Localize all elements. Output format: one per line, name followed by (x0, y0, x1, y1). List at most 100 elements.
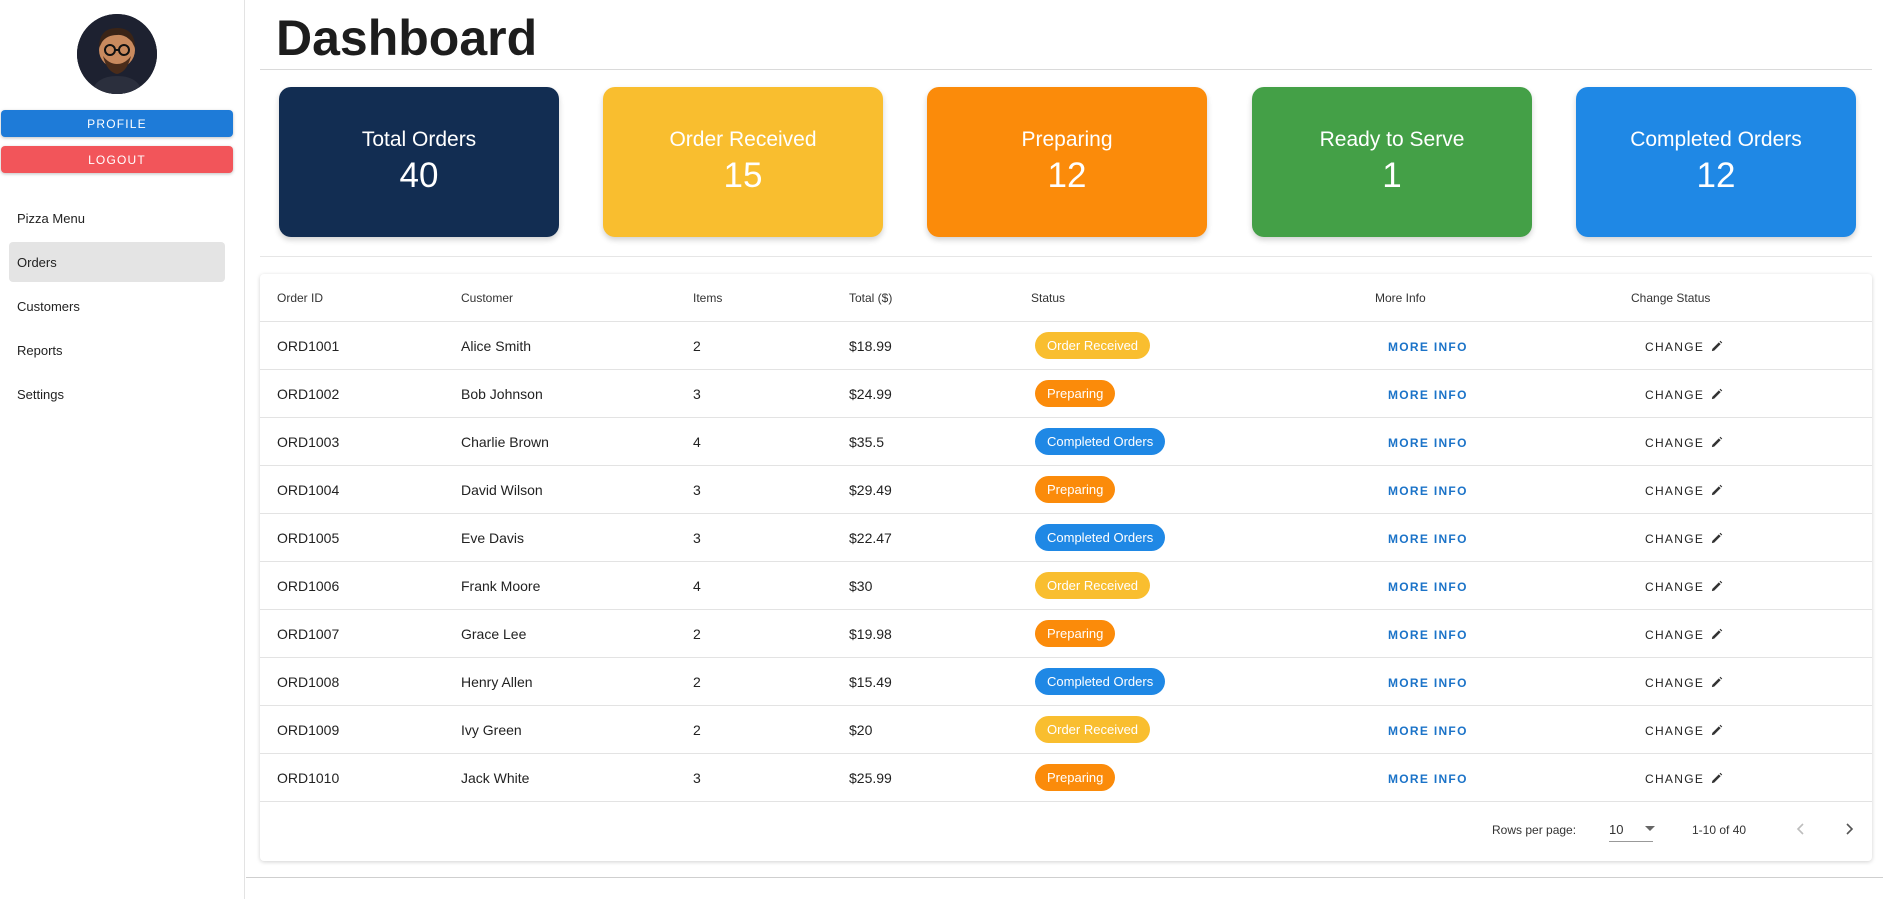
items-cell: 3 (676, 513, 832, 562)
order-id-cell: ORD1001 (260, 321, 444, 370)
status-badge: Completed Orders (1035, 428, 1166, 455)
card-title: Total Orders (361, 128, 477, 151)
order-id-cell: ORD1005 (260, 513, 444, 562)
more-info-cell: MORE INFO (1358, 369, 1614, 418)
change-status-button[interactable]: CHANGE (1645, 388, 1723, 402)
order-id-cell: ORD1002 (260, 369, 444, 418)
table-row: ORD1007 Grace Lee 2 $19.98 Preparing MORE INF… (260, 609, 1872, 658)
card-order-received: Order Received 15 (603, 87, 883, 237)
chevron-down-icon (1645, 826, 1655, 831)
change-status-button[interactable]: CHANGE (1645, 484, 1723, 498)
logout-button[interactable]: LOGOUT (1, 146, 233, 173)
more-info-button[interactable]: MORE INFO (1388, 340, 1468, 354)
customer-cell: Jack White (444, 753, 676, 802)
card-total-orders: Total Orders 40 (279, 87, 559, 237)
sidebar-item-customers[interactable]: Customers (9, 286, 225, 326)
sidebar-item-reports[interactable]: Reports (9, 330, 225, 370)
more-info-button[interactable]: MORE INFO (1388, 388, 1468, 402)
more-info-button[interactable]: MORE INFO (1388, 676, 1468, 690)
pencil-icon (1711, 772, 1723, 784)
change-status-button[interactable]: CHANGE (1645, 724, 1723, 738)
change-status-button[interactable]: CHANGE (1645, 676, 1723, 690)
items-cell: 3 (676, 753, 832, 802)
column-header-more-info[interactable]: More Info (1358, 274, 1614, 322)
change-status-button[interactable]: CHANGE (1645, 628, 1723, 642)
card-title: Preparing (1021, 128, 1113, 151)
page-title: Dashboard (276, 10, 538, 66)
more-info-button[interactable]: MORE INFO (1388, 484, 1468, 498)
customer-cell: David Wilson (444, 465, 676, 514)
status-cell: Order Received (1014, 705, 1358, 754)
table-header-row: Order ID Customer Items Total ($) Status… (260, 274, 1872, 322)
column-header-customer[interactable]: Customer (444, 274, 676, 322)
change-status-label: CHANGE (1645, 387, 1705, 402)
sidebar-item-pizza-menu[interactable]: Pizza Menu (9, 198, 225, 238)
previous-page-button[interactable] (1787, 815, 1815, 843)
change-status-cell: CHANGE (1614, 609, 1872, 658)
sidebar-nav: Pizza Menu Orders Customers Reports Sett… (9, 198, 225, 418)
change-status-label: CHANGE (1645, 339, 1705, 354)
change-status-button[interactable]: CHANGE (1645, 436, 1723, 450)
change-status-button[interactable]: CHANGE (1645, 340, 1723, 354)
total-cell: $24.99 (832, 369, 1014, 418)
more-info-button[interactable]: MORE INFO (1388, 772, 1468, 786)
more-info-button[interactable]: MORE INFO (1388, 436, 1468, 450)
column-header-change-status[interactable]: Change Status (1614, 274, 1872, 322)
more-info-button[interactable]: MORE INFO (1388, 580, 1468, 594)
column-header-items[interactable]: Items (676, 274, 832, 322)
total-cell: $18.99 (832, 321, 1014, 370)
change-status-cell: CHANGE (1614, 465, 1872, 514)
sidebar-item-orders[interactable]: Orders (9, 242, 225, 282)
table-row: ORD1009 Ivy Green 2 $20 Order Received MORE I… (260, 705, 1872, 754)
divider (260, 256, 1872, 257)
more-info-button[interactable]: MORE INFO (1388, 628, 1468, 642)
more-info-cell: MORE INFO (1358, 513, 1614, 562)
items-cell: 2 (676, 657, 832, 706)
total-cell: $20 (832, 705, 1014, 754)
customer-cell: Bob Johnson (444, 369, 676, 418)
status-cell: Order Received (1014, 321, 1358, 370)
change-status-cell: CHANGE (1614, 657, 1872, 706)
card-value: 40 (399, 156, 439, 195)
card-ready-to-serve: Ready to Serve 1 (1252, 87, 1532, 237)
orders-table: Order ID Customer Items Total ($) Status… (260, 274, 1872, 802)
next-page-button[interactable] (1835, 815, 1863, 843)
more-info-button[interactable]: MORE INFO (1388, 532, 1468, 546)
rows-per-page-value: 10 (1609, 821, 1624, 837)
more-info-button[interactable]: MORE INFO (1388, 724, 1468, 738)
items-cell: 2 (676, 609, 832, 658)
change-status-cell: CHANGE (1614, 753, 1872, 802)
change-status-label: CHANGE (1645, 723, 1705, 738)
status-badge: Completed Orders (1035, 668, 1166, 695)
more-info-cell: MORE INFO (1358, 657, 1614, 706)
rows-per-page-select[interactable]: 10 (1609, 817, 1655, 842)
change-status-button[interactable]: CHANGE (1645, 532, 1723, 546)
change-status-button[interactable]: CHANGE (1645, 580, 1723, 594)
more-info-cell: MORE INFO (1358, 609, 1614, 658)
status-badge: Preparing (1035, 764, 1116, 791)
customer-cell: Grace Lee (444, 609, 676, 658)
customer-cell: Alice Smith (444, 321, 676, 370)
customer-cell: Charlie Brown (444, 417, 676, 466)
total-cell: $15.49 (832, 657, 1014, 706)
sidebar-item-settings[interactable]: Settings (9, 374, 225, 414)
total-cell: $30 (832, 561, 1014, 610)
status-badge: Order Received (1035, 572, 1151, 599)
avatar[interactable] (77, 14, 157, 94)
table-row: ORD1002 Bob Johnson 3 $24.99 Preparing MORE I… (260, 369, 1872, 418)
pencil-icon (1711, 580, 1723, 592)
status-badge: Preparing (1035, 476, 1116, 503)
more-info-cell: MORE INFO (1358, 417, 1614, 466)
order-id-cell: ORD1006 (260, 561, 444, 610)
customer-cell: Frank Moore (444, 561, 676, 610)
column-header-total[interactable]: Total ($) (832, 274, 1014, 322)
change-status-button[interactable]: CHANGE (1645, 772, 1723, 786)
status-cell: Preparing (1014, 465, 1358, 514)
items-cell: 4 (676, 561, 832, 610)
column-header-status[interactable]: Status (1014, 274, 1358, 322)
profile-button[interactable]: PROFILE (1, 110, 233, 137)
customer-cell: Henry Allen (444, 657, 676, 706)
card-title: Order Received (669, 128, 817, 151)
more-info-cell: MORE INFO (1358, 753, 1614, 802)
column-header-order-id[interactable]: Order ID (260, 274, 444, 322)
